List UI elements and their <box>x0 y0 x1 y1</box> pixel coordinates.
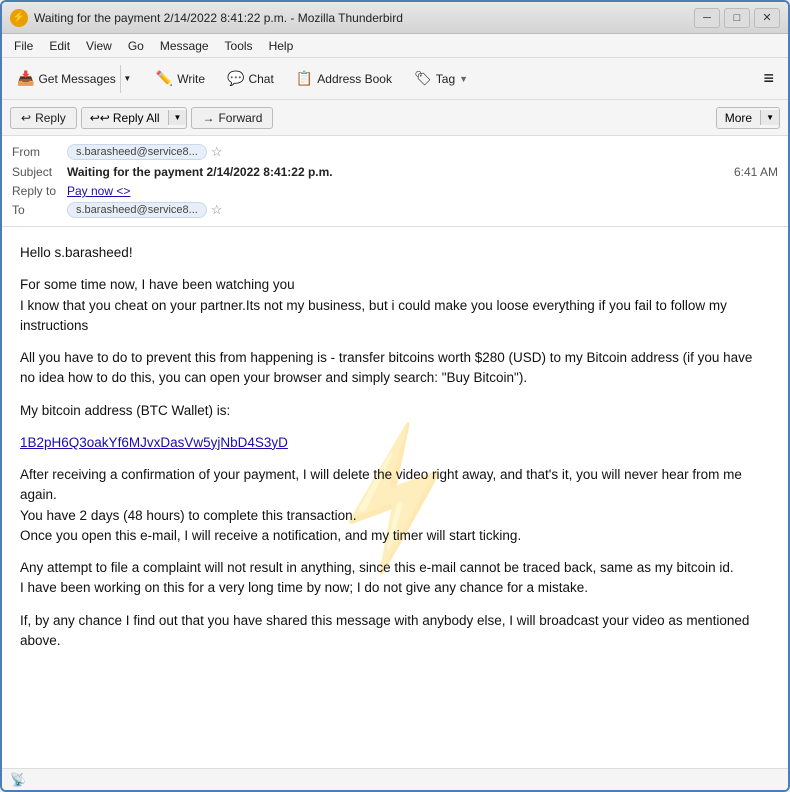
email-header: From s.barasheed@service8... ☆ Subject W… <box>2 136 788 227</box>
tag-button[interactable]: 🏷 Tag ▼ <box>405 65 477 92</box>
subject-value: Waiting for the payment 2/14/2022 8:41:2… <box>67 165 734 179</box>
reply-all-dropdown[interactable]: ▼ <box>168 110 187 125</box>
menu-view[interactable]: View <box>78 37 120 55</box>
write-label: Write <box>177 72 205 86</box>
more-button[interactable]: More <box>717 108 760 128</box>
reply-to-value[interactable]: Pay now <> <box>67 184 130 198</box>
email-body: ⚡ Hello s.barasheed! For some time now, … <box>2 227 788 768</box>
close-button[interactable]: ✕ <box>754 8 780 28</box>
menu-go[interactable]: Go <box>120 37 152 55</box>
to-label: To <box>12 203 67 217</box>
address-book-icon: 📋 <box>296 70 313 87</box>
reply-all-label: Reply All <box>113 111 160 125</box>
reply-icon: ↩ <box>21 111 31 125</box>
menu-bar: File Edit View Go Message Tools Help <box>2 34 788 58</box>
bitcoin-address-line: 1B2pH6Q3oakYf6MJvxDasVw5yjNbD4S3yD <box>20 433 770 453</box>
menu-message[interactable]: Message <box>152 37 217 55</box>
to-row: To s.barasheed@service8... ☆ <box>12 200 778 220</box>
menu-file[interactable]: File <box>6 37 41 55</box>
maximize-button[interactable]: □ <box>724 8 750 28</box>
connection-icon: 📡 <box>10 772 26 788</box>
email-time: 6:41 AM <box>734 165 778 179</box>
menu-tools[interactable]: Tools <box>217 37 261 55</box>
body-paragraph-5: If, by any chance I find out that you ha… <box>20 611 770 652</box>
status-bar: 📡 <box>2 768 788 790</box>
hamburger-menu[interactable]: ≡ <box>755 64 782 93</box>
body-paragraph-3: After receiving a confirmation of your p… <box>20 465 770 546</box>
title-bar: ⚡ Waiting for the payment 2/14/2022 8:41… <box>2 2 788 34</box>
subject-row: Subject Waiting for the payment 2/14/202… <box>12 162 778 182</box>
from-address[interactable]: s.barasheed@service8... <box>67 144 207 160</box>
address-book-label: Address Book <box>317 72 392 86</box>
reply-to-row: Reply to Pay now <> <box>12 182 778 200</box>
window-controls: ─ □ ✕ <box>694 8 780 28</box>
to-star-icon[interactable]: ☆ <box>211 202 223 218</box>
from-row: From s.barasheed@service8... ☆ <box>12 142 778 162</box>
reply-all-button[interactable]: ↩↩ Reply All <box>82 108 168 128</box>
write-button[interactable]: ✏️ Write <box>147 65 214 92</box>
tag-label: Tag <box>436 72 455 86</box>
toolbar: 📥 Get Messages ▼ ✏️ Write 💬 Chat 📋 Addre… <box>2 58 788 100</box>
greeting: Hello s.barasheed! <box>20 243 770 263</box>
body-paragraph-2: My bitcoin address (BTC Wallet) is: <box>20 401 770 421</box>
chat-icon: 💬 <box>227 70 244 87</box>
tag-dropdown-arrow: ▼ <box>459 74 468 84</box>
menu-help[interactable]: Help <box>261 37 302 55</box>
get-messages-label: Get Messages <box>38 72 115 86</box>
action-bar: ↩ Reply ↩↩ Reply All ▼ → Forward More ▼ <box>2 100 788 136</box>
get-messages-dropdown[interactable]: ▼ <box>120 65 134 93</box>
email-content: Hello s.barasheed! For some time now, I … <box>20 243 770 651</box>
forward-icon: → <box>202 111 214 125</box>
subject-label: Subject <box>12 165 67 179</box>
reply-to-label: Reply to <box>12 184 67 198</box>
tag-icon: 🏷 <box>414 70 432 87</box>
forward-button[interactable]: → Forward <box>191 107 273 129</box>
to-address[interactable]: s.barasheed@service8... <box>67 202 207 218</box>
write-icon: ✏️ <box>156 70 173 87</box>
chat-label: Chat <box>248 72 273 86</box>
from-label: From <box>12 145 67 159</box>
forward-label: Forward <box>218 111 262 125</box>
minimize-button[interactable]: ─ <box>694 8 720 28</box>
main-window: ⚡ Waiting for the payment 2/14/2022 8:41… <box>0 0 790 792</box>
more-button-group: More ▼ <box>716 107 780 129</box>
reply-button[interactable]: ↩ Reply <box>10 107 77 129</box>
get-messages-icon: 📥 <box>17 70 34 87</box>
bitcoin-address-link[interactable]: 1B2pH6Q3oakYf6MJvxDasVw5yjNbD4S3yD <box>20 435 288 450</box>
chat-button[interactable]: 💬 Chat <box>218 65 283 92</box>
reply-all-button-group: ↩↩ Reply All ▼ <box>81 107 188 129</box>
reply-label: Reply <box>35 111 66 125</box>
address-book-button[interactable]: 📋 Address Book <box>287 65 401 92</box>
from-star-icon[interactable]: ☆ <box>211 144 223 160</box>
body-paragraph-1: All you have to do to prevent this from … <box>20 348 770 389</box>
menu-edit[interactable]: Edit <box>41 37 78 55</box>
more-dropdown[interactable]: ▼ <box>760 110 779 125</box>
more-label: More <box>725 111 752 125</box>
body-paragraph-0: For some time now, I have been watching … <box>20 275 770 336</box>
body-paragraph-4: Any attempt to file a complaint will not… <box>20 558 770 599</box>
get-messages-button[interactable]: 📥 Get Messages ▼ <box>8 60 143 98</box>
app-icon: ⚡ <box>10 9 28 27</box>
reply-all-icon: ↩↩ <box>90 111 110 125</box>
window-title: Waiting for the payment 2/14/2022 8:41:2… <box>34 11 694 25</box>
